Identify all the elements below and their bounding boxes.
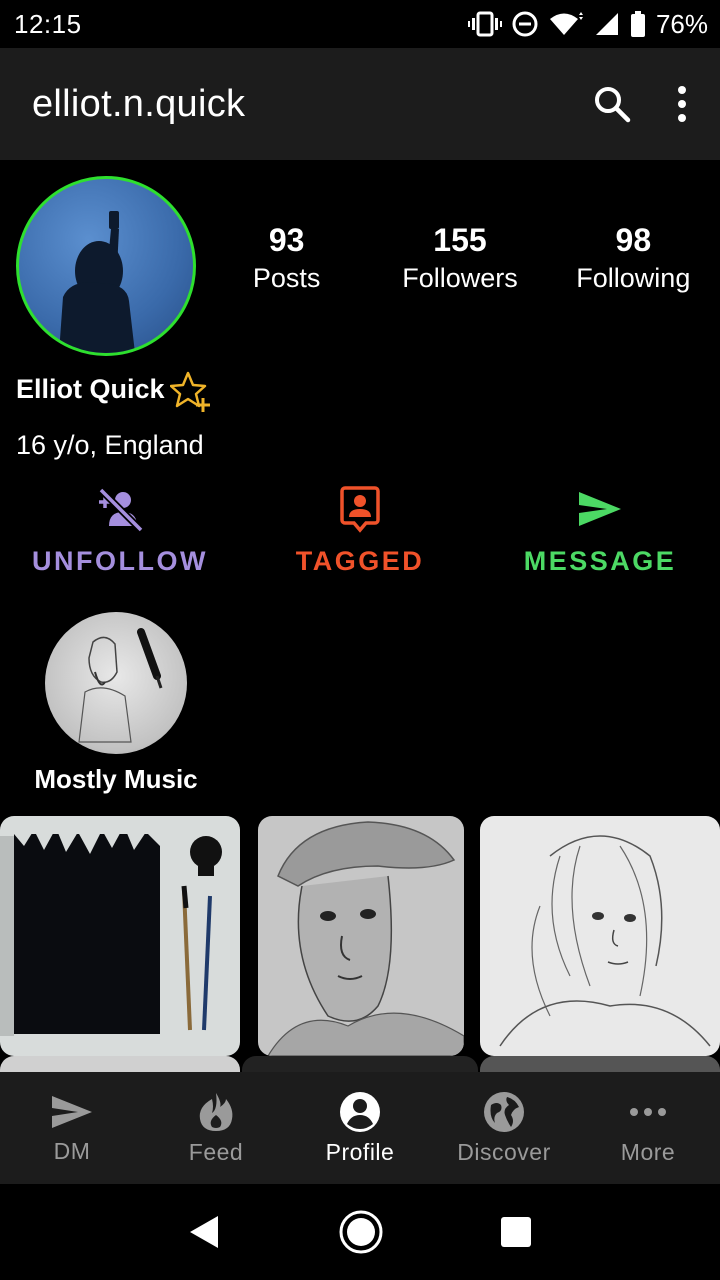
stat-following-count: 98 (615, 222, 652, 258)
status-icons: 76% (467, 8, 708, 40)
app-bar: elliot.n.quick (0, 48, 720, 160)
post-thumbnail[interactable] (242, 1056, 478, 1072)
vibrate-icon (467, 11, 502, 37)
unfollow-button[interactable]: UNFOLLOW (0, 484, 240, 577)
stat-followers-label: Followers (402, 263, 518, 293)
recents-icon[interactable] (500, 1216, 532, 1248)
profile-stats: 93 Posts 155 Followers 98 Following (200, 222, 720, 294)
sketch-thumbnail (78, 628, 163, 743)
nav-profile[interactable]: Profile (288, 1072, 432, 1184)
nav-dm[interactable]: DM (0, 1072, 144, 1184)
avatar-silhouette (59, 211, 135, 353)
globe-icon (484, 1091, 524, 1132)
stat-following[interactable]: 98 Following (547, 222, 720, 294)
account-icon (340, 1091, 380, 1132)
highlight-label: Mostly Music (34, 764, 198, 794)
flame-icon (199, 1092, 233, 1131)
add-favorite-star-icon[interactable] (170, 370, 214, 414)
nav-more[interactable]: More (576, 1072, 720, 1184)
stat-following-label: Following (576, 263, 691, 293)
nav-feed-label: Feed (188, 1138, 244, 1165)
signal-icon (595, 13, 618, 35)
battery-icon (630, 11, 645, 37)
post-grid (0, 816, 720, 1072)
post-thumbnail[interactable] (0, 1056, 240, 1072)
more-horizontal-icon (630, 1107, 666, 1116)
back-icon[interactable] (188, 1214, 222, 1250)
send-icon (579, 492, 621, 526)
status-bar: 12:15 76% (0, 0, 720, 48)
post-thumbnail[interactable] (480, 1056, 720, 1072)
profile-avatar[interactable] (16, 176, 196, 356)
stat-followers[interactable]: 155 Followers (373, 222, 546, 294)
tagged-label: TAGGED (295, 546, 425, 576)
post-image-ink-drawing (0, 826, 222, 1036)
overflow-menu-icon[interactable] (676, 84, 688, 124)
stat-posts-count: 93 (268, 222, 305, 258)
nav-discover-label: Discover (457, 1138, 551, 1165)
post-thumbnail[interactable] (480, 816, 720, 1056)
wifi-icon (549, 12, 583, 35)
battery-percent: 76% (655, 8, 708, 39)
nav-profile-label: Profile (325, 1138, 395, 1165)
message-label: MESSAGE (523, 546, 677, 576)
do-not-disturb-icon (512, 11, 538, 37)
send-icon (52, 1095, 92, 1128)
post-thumbnail[interactable] (258, 816, 464, 1056)
post-thumbnail[interactable] (0, 816, 240, 1056)
nav-feed[interactable]: Feed (144, 1072, 288, 1184)
display-name: Elliot Quick (16, 374, 165, 404)
nav-discover[interactable]: Discover (432, 1072, 576, 1184)
nav-more-label: More (620, 1138, 676, 1165)
status-time: 12:15 (14, 8, 82, 39)
profile-username: elliot.n.quick (32, 82, 246, 125)
profile-bio: 16 y/o, England (16, 430, 204, 460)
stat-followers-count: 155 (433, 222, 487, 258)
profile-actions: UNFOLLOW TAGGED MESSAGE (0, 484, 720, 577)
post-image-pencil-portrait (267, 821, 464, 1056)
stat-posts-label: Posts (252, 263, 321, 293)
post-image-sketch-girl (499, 835, 711, 1047)
tagged-button[interactable]: TAGGED (240, 484, 480, 577)
tagged-icon (340, 486, 380, 533)
system-navigation-bar (0, 1184, 720, 1280)
bottom-navigation: DM Feed Profile Discover More (0, 1072, 720, 1184)
unfollow-label: UNFOLLOW (32, 546, 208, 576)
search-icon[interactable] (592, 84, 632, 124)
message-button[interactable]: MESSAGE (480, 484, 720, 577)
highlight-thumbnail (45, 612, 187, 754)
unfollow-icon (98, 487, 144, 533)
nav-dm-label: DM (53, 1137, 91, 1164)
story-highlight[interactable]: Mostly Music (16, 612, 216, 795)
home-icon[interactable] (338, 1209, 384, 1255)
stat-posts[interactable]: 93 Posts (200, 222, 373, 294)
